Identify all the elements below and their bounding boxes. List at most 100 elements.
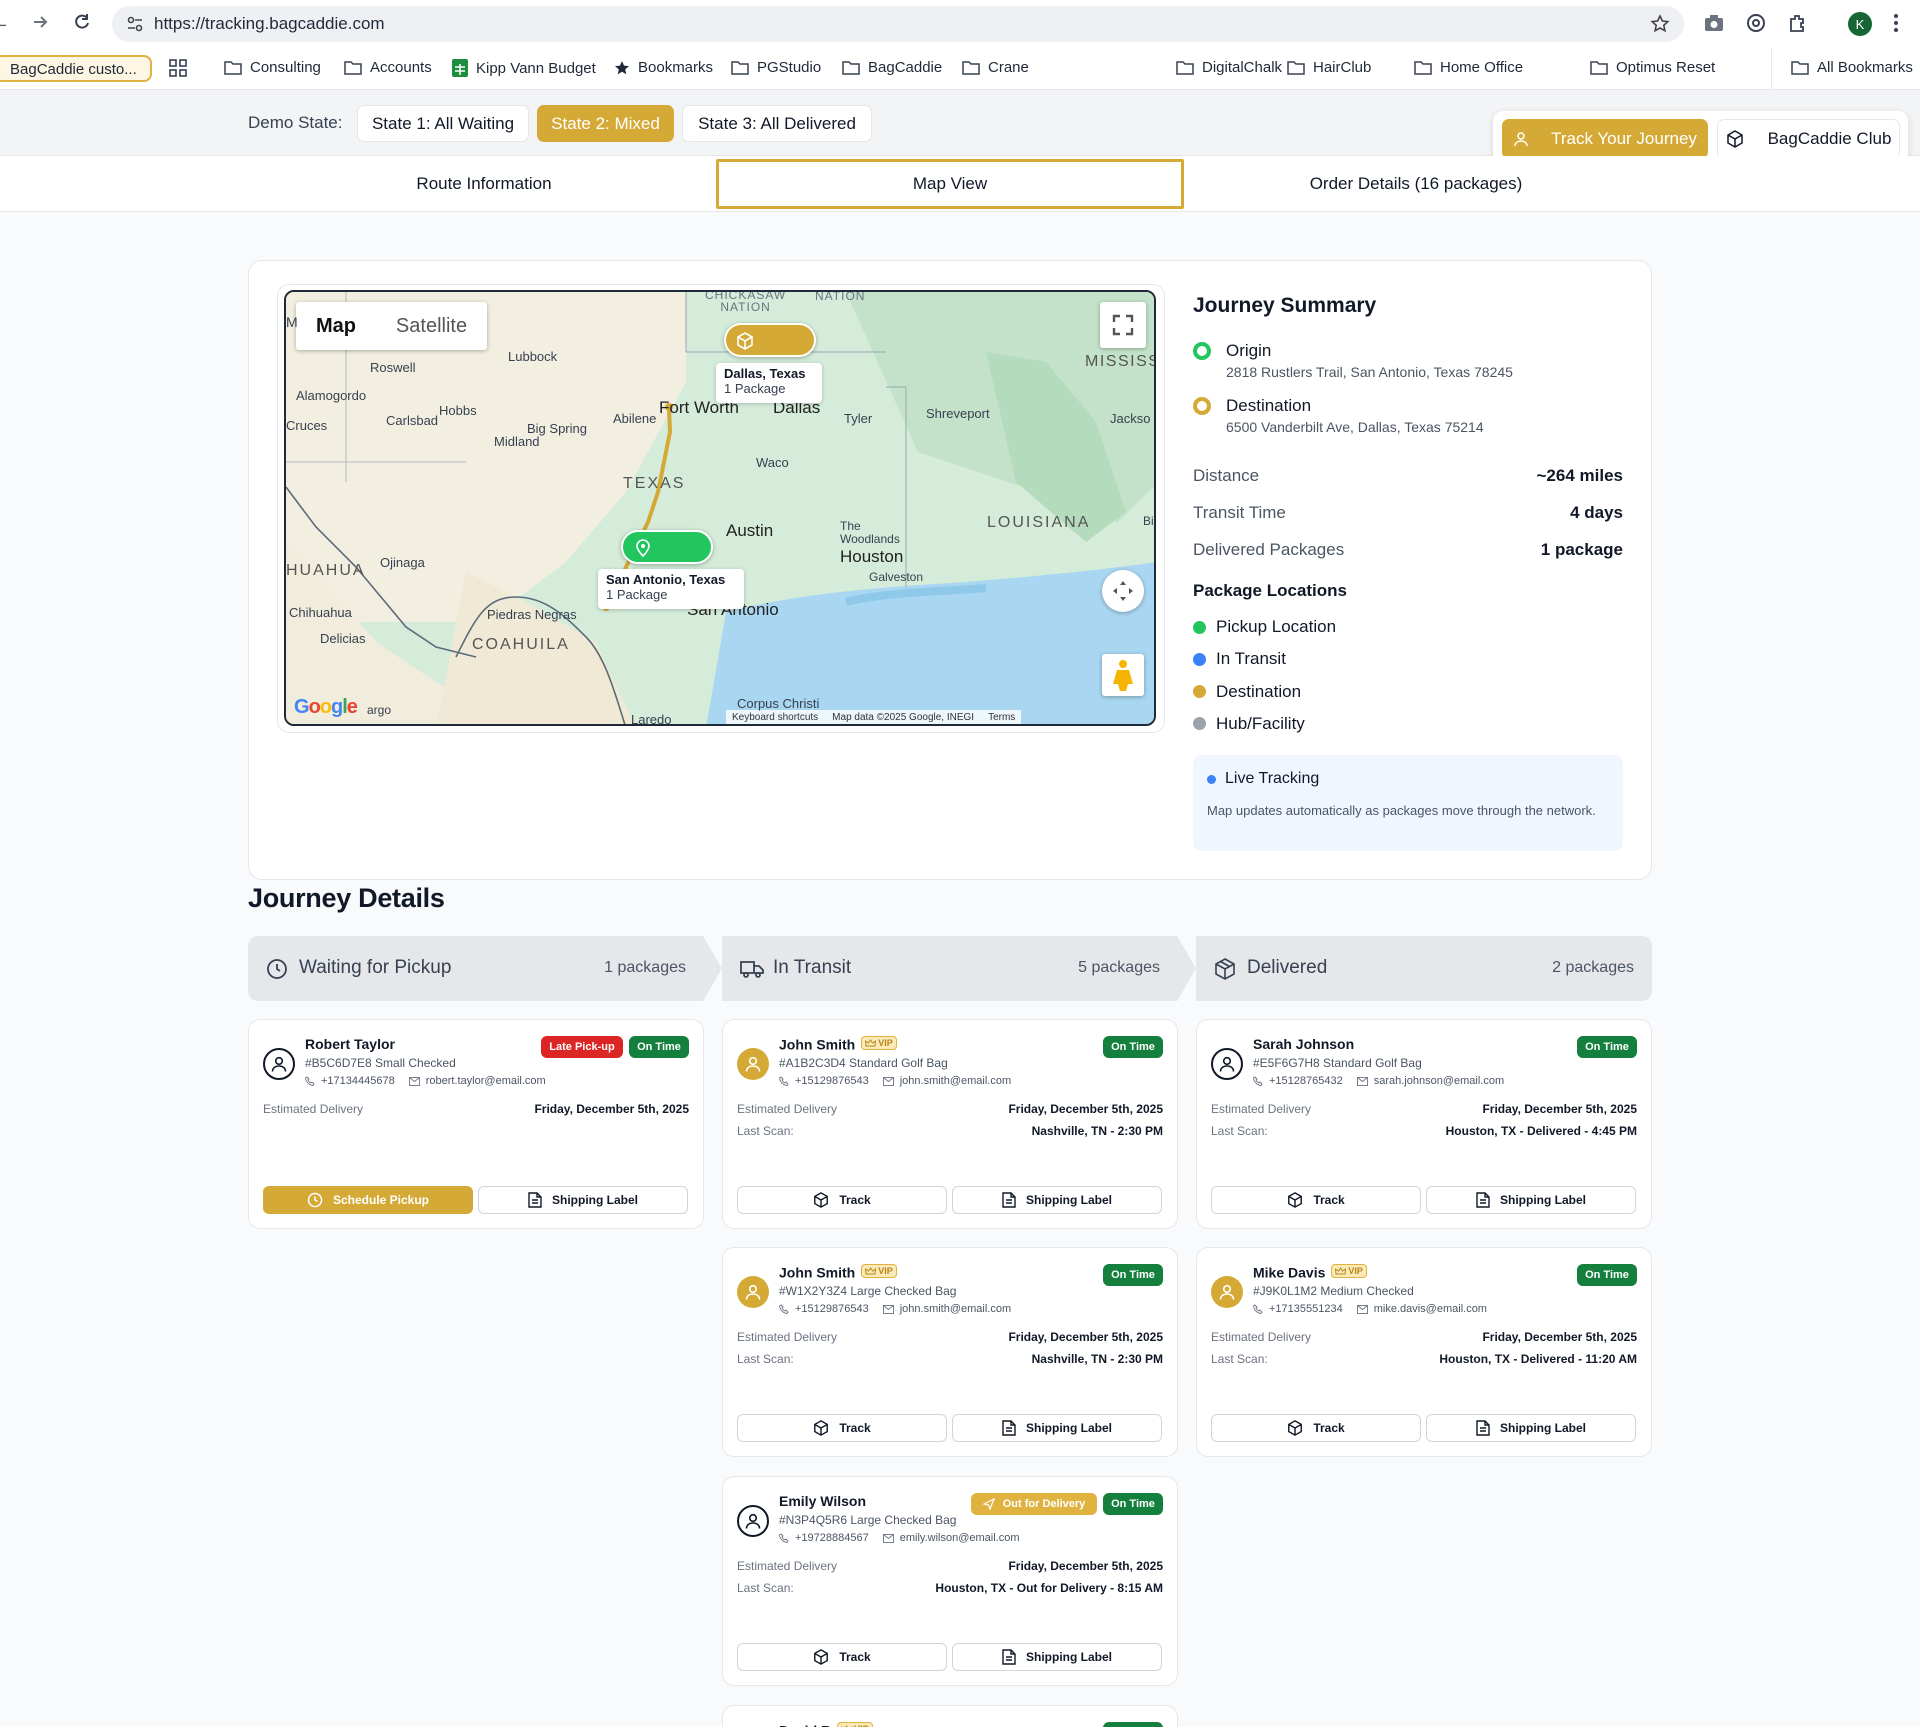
bookmark-home-office[interactable]: Home Office [1414, 59, 1523, 76]
contact-info: +15129876543 john.smith@email.com [779, 1075, 1011, 1087]
openai-icon[interactable] [1746, 13, 1766, 33]
contact-info: +15128765432 sarah.johnson@email.com [1253, 1075, 1504, 1087]
apps-grid-icon[interactable] [169, 59, 187, 77]
bookmark-accounts[interactable]: Accounts [344, 59, 432, 76]
map-data-attribution: Map data ©2025 Google, INEGI [832, 712, 975, 723]
tab-order-details[interactable]: Order Details (16 packages) [1184, 156, 1648, 212]
schedule-pickup-button[interactable]: Schedule Pickup [263, 1186, 473, 1214]
legend-dot [1193, 717, 1206, 731]
forward-icon[interactable] [30, 12, 50, 32]
tab-route-information[interactable]: Route Information [250, 156, 718, 212]
map-label-hobbs: Hobbs [439, 403, 477, 418]
shipping-label-button[interactable]: Shipping Label [1426, 1186, 1636, 1214]
bagcaddie-club-button[interactable]: BagCaddie Club [1717, 119, 1900, 159]
keyboard-shortcuts-link[interactable]: Keyboard shortcuts [732, 712, 818, 724]
package-icon [813, 1420, 829, 1436]
package-card[interactable]: John Smith VIP #W1X2Y3Z4 Large Checked Bag… [722, 1247, 1178, 1457]
all-bookmarks[interactable]: All Bookmarks [1791, 59, 1913, 76]
package-card[interactable]: Robert Taylor #B5C6D7E8 Small Checked +171… [248, 1019, 704, 1229]
state-1-button[interactable]: State 1: All Waiting [357, 105, 529, 142]
state-3-button[interactable]: State 3: All Delivered [682, 105, 872, 142]
package-card[interactable]: Mike Davis VIP #J9K0L1M2 Medium Checked +17… [1196, 1247, 1652, 1457]
map-label-jackson: Jackso [1110, 411, 1151, 426]
package-card[interactable]: John Smith VIP #A1B2C3D4 Standard Golf Bag… [722, 1019, 1178, 1229]
live-tracking-title: Live Tracking [1225, 770, 1320, 787]
package-card[interactable]: David BVIP [722, 1705, 1178, 1727]
map-type-map[interactable]: Map [296, 302, 376, 350]
bookmark-kipp-vann-budget[interactable]: Kipp Vann Budget [452, 59, 596, 77]
bookmark-pgstudio[interactable]: PGStudio [731, 59, 821, 76]
tab-map-view[interactable]: Map View [716, 159, 1184, 209]
journey-summary-title: Journey Summary [1193, 294, 1377, 317]
google-map[interactable]: Map Satellite Keyboard shortcuts Map dat… [284, 290, 1156, 726]
estimated-delivery-label: Estimated Delivery [263, 1102, 364, 1116]
phone-icon [1253, 1076, 1263, 1086]
map-label-chickasaw: CHICKASAW NATION [705, 290, 787, 314]
back-icon[interactable]: – [0, 14, 6, 35]
contact-info: +19728884567 emily.wilson@email.com [779, 1532, 1019, 1544]
shipping-label-button[interactable]: Shipping Label [952, 1414, 1162, 1442]
reload-icon[interactable] [72, 12, 92, 32]
track-button[interactable]: Track [1211, 1414, 1421, 1442]
track-button[interactable]: Track [1211, 1186, 1421, 1214]
pegman-icon[interactable] [1102, 654, 1144, 696]
bookmark-digitalchalk[interactable]: DigitalChalk [1176, 59, 1282, 76]
camera-icon[interactable] [1704, 14, 1724, 32]
bookmark-optimus-reset[interactable]: Optimus Reset [1590, 59, 1715, 76]
last-scan-label: Last Scan: [737, 1581, 794, 1595]
map-label-chihuahua: Chihuahua [289, 605, 352, 620]
shipping-label-button[interactable]: Shipping Label [478, 1186, 688, 1214]
address-bar[interactable]: https://tracking.bagcaddie.com [112, 6, 1684, 42]
package-card[interactable]: Sarah Johnson #E5F6G7H8 Standard Golf Bag… [1196, 1019, 1652, 1229]
crown-icon [1335, 1266, 1347, 1276]
estimated-delivery-label: Estimated Delivery [1211, 1330, 1312, 1344]
last-scan-value: Houston, TX - Delivered - 11:20 AM [1439, 1352, 1637, 1366]
map-type-satellite[interactable]: Satellite [376, 302, 487, 350]
track-button[interactable]: Track [737, 1414, 947, 1442]
menu-kebab-icon[interactable] [1893, 13, 1899, 33]
bookmark-hairclub[interactable]: HairClub [1287, 59, 1371, 76]
camera-control-icon[interactable] [1102, 570, 1144, 612]
shipping-label-button[interactable]: Shipping Label [952, 1186, 1162, 1214]
profile-avatar[interactable]: K [1848, 12, 1872, 36]
bookmark-consulting[interactable]: Consulting [224, 59, 321, 76]
site-settings-icon[interactable] [126, 15, 144, 33]
browser-toolbar: – https://tracking.bagcaddie.com K [0, 0, 1920, 48]
map-label-laredo: Laredo [631, 712, 672, 726]
terms-link[interactable]: Terms [988, 712, 1015, 724]
package-card[interactable]: Emily Wilson #N3P4Q5R6 Large Checked Bag +… [722, 1476, 1178, 1686]
shipping-label-button[interactable]: Shipping Label [1426, 1414, 1636, 1442]
package-id: #W1X2Y3Z4 Large Checked Bag [779, 1284, 957, 1298]
customer-name: Robert Taylor [305, 1036, 395, 1052]
estimated-delivery-date: Friday, December 5th, 2025 [1008, 1102, 1163, 1116]
user-avatar-icon [737, 1276, 769, 1308]
map-label-m: M [286, 314, 298, 330]
bookmark-crane[interactable]: Crane [962, 59, 1029, 76]
stat-transit-time: Transit Time 4 days [1193, 503, 1623, 522]
status-badge: On Time [1577, 1264, 1637, 1286]
destination-marker[interactable] [724, 323, 816, 357]
active-tab-group[interactable]: BagCaddie custo... [0, 55, 152, 82]
map-label-ojinaga: Ojinaga [380, 555, 425, 570]
map-label-piedras: Piedras Negras [487, 607, 577, 622]
fullscreen-icon[interactable] [1100, 302, 1146, 348]
legend-dot [1193, 685, 1206, 699]
bookmark-bagcaddie[interactable]: BagCaddie [842, 59, 942, 76]
phone-icon [779, 1076, 789, 1086]
extensions-icon[interactable] [1788, 13, 1808, 33]
origin-marker[interactable] [621, 530, 713, 564]
shipping-label-button[interactable]: Shipping Label [952, 1643, 1162, 1671]
track-journey-button[interactable]: Track Your Journey [1502, 119, 1708, 159]
map-label-midland: Midland [494, 434, 540, 449]
bookmark-star-icon[interactable] [1650, 14, 1670, 34]
map-label-the: The [840, 519, 861, 533]
map-label-corpus: Corpus Christi [737, 696, 820, 711]
last-scan-value: Nashville, TN - 2:30 PM [1031, 1352, 1163, 1366]
track-button[interactable]: Track [737, 1186, 947, 1214]
mail-icon [882, 1533, 894, 1543]
user-avatar-icon [1211, 1276, 1243, 1308]
legend-destination: Destination [1193, 682, 1301, 702]
state-2-button[interactable]: State 2: Mixed [537, 105, 674, 142]
track-button[interactable]: Track [737, 1643, 947, 1671]
bookmark-bookmarks[interactable]: Bookmarks [614, 59, 713, 76]
